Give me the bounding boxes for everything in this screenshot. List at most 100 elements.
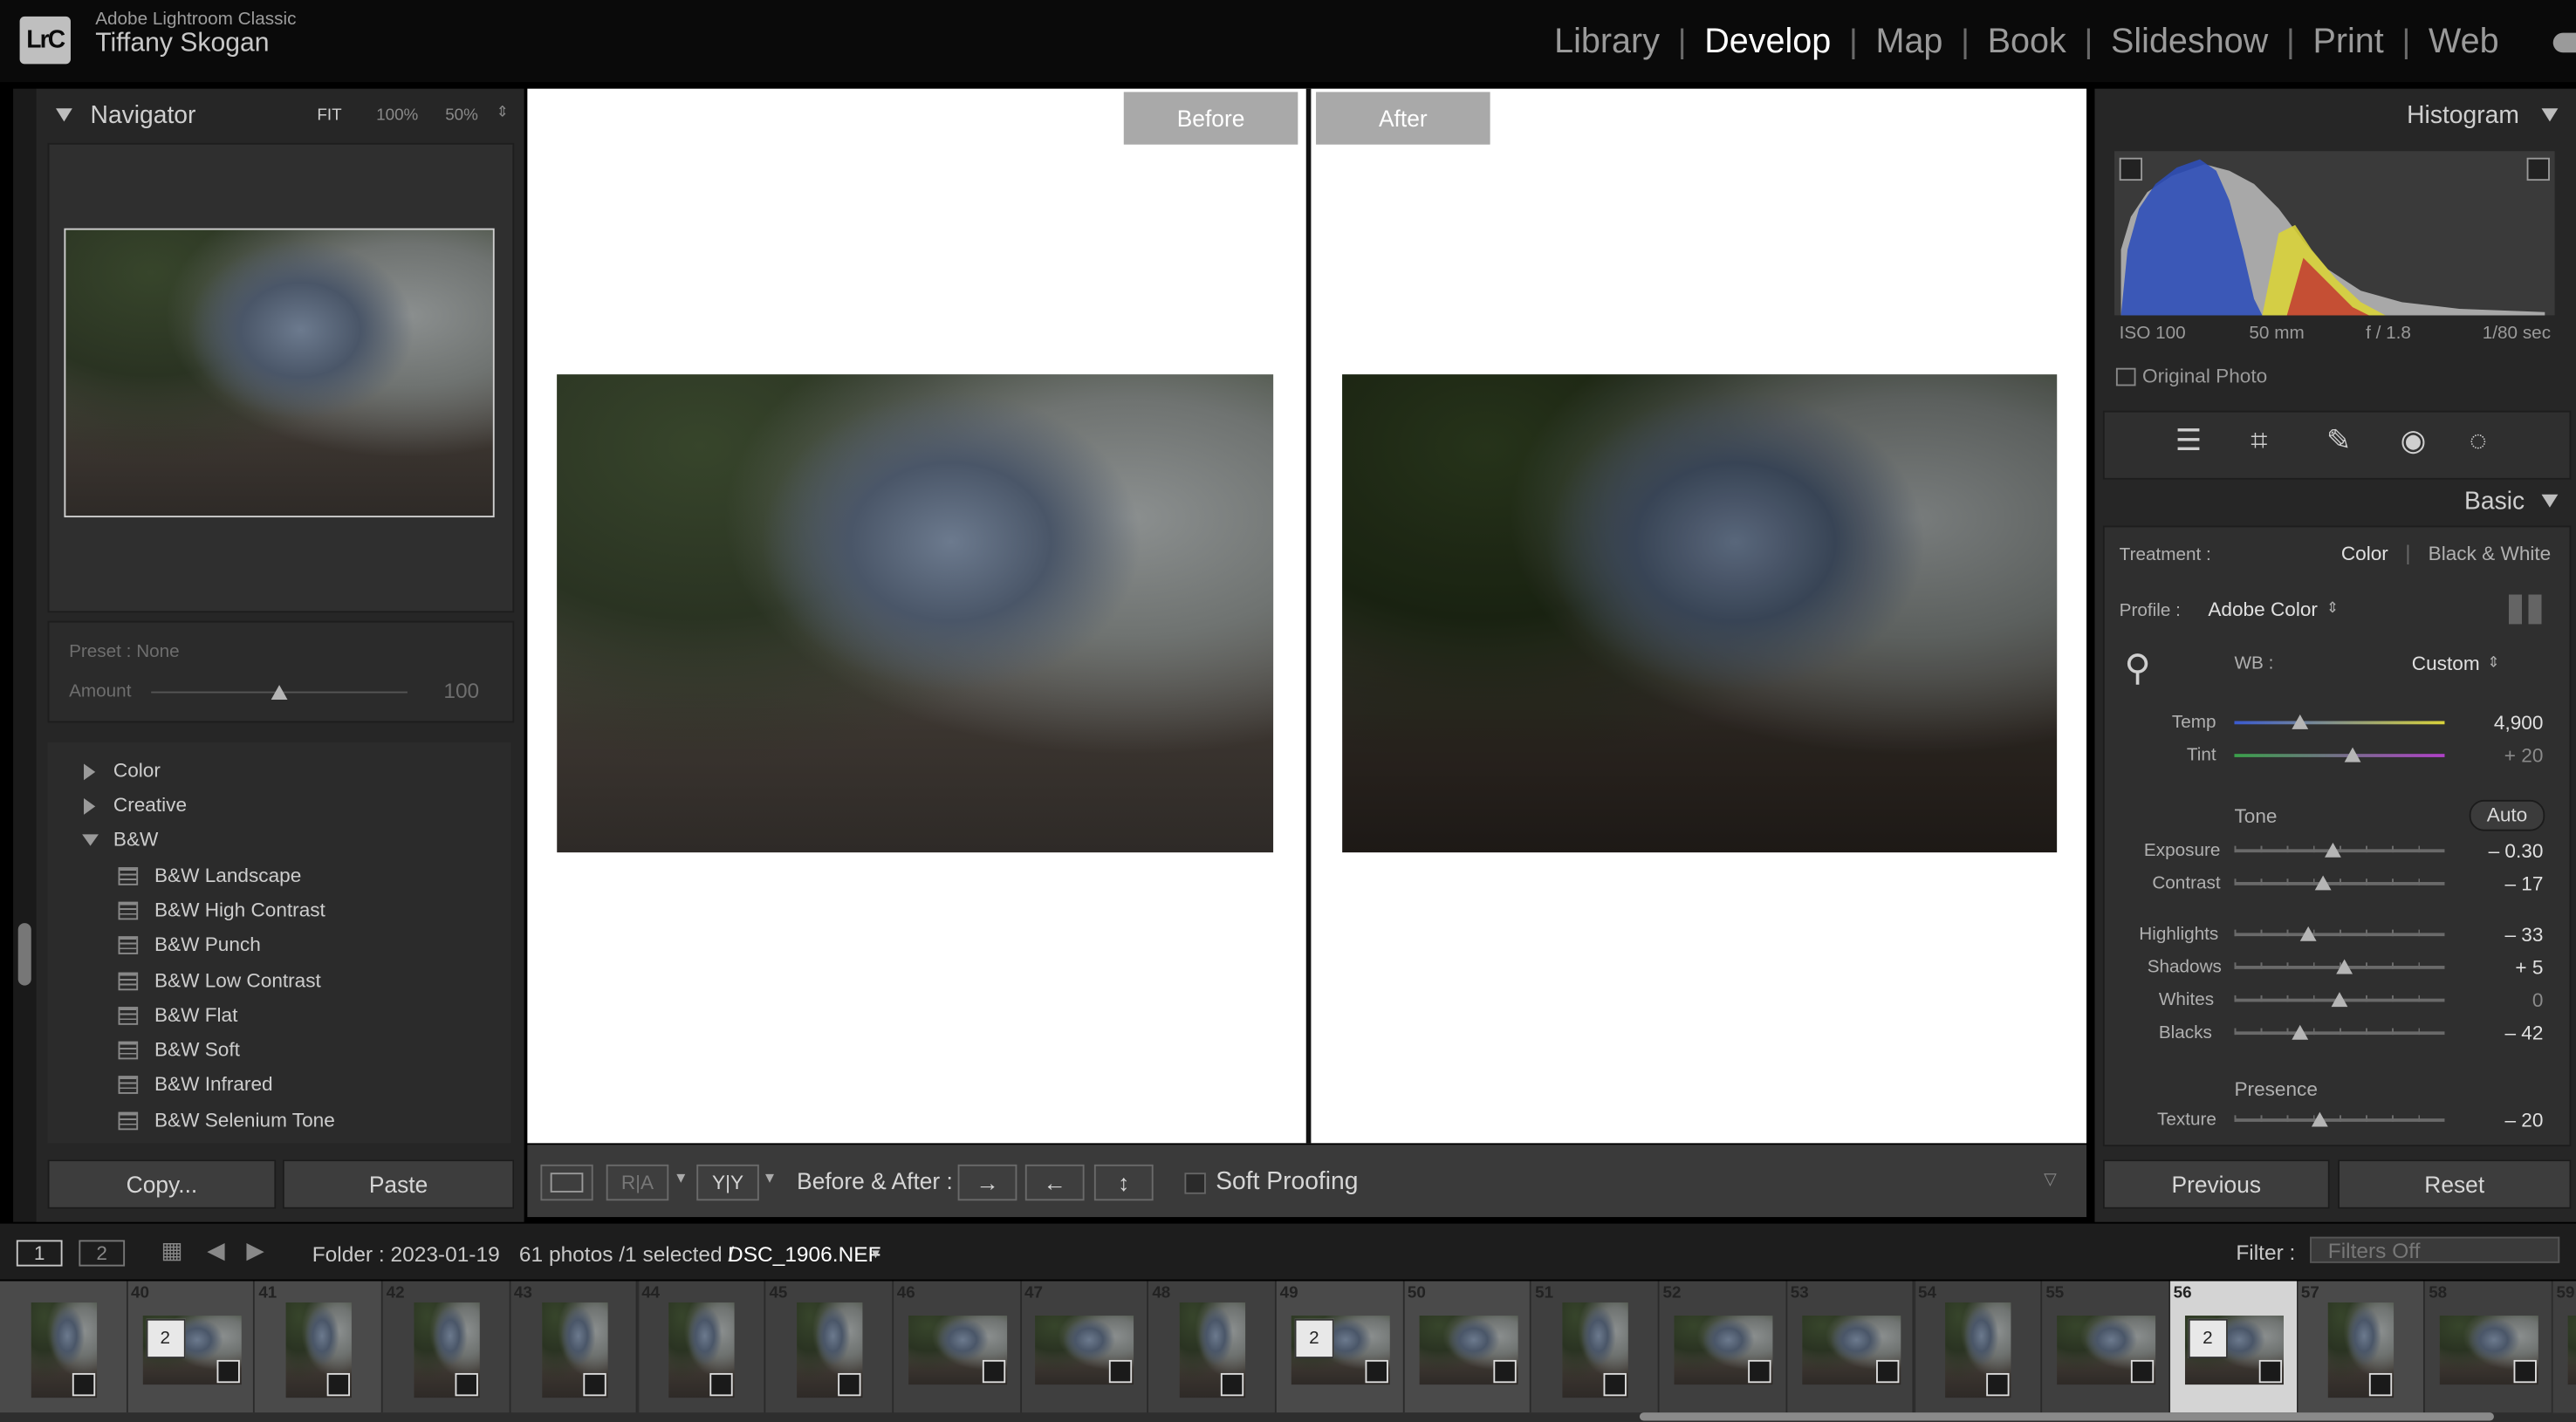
expand-icon[interactable] [84, 763, 96, 781]
temp-slider-thumb[interactable] [2291, 714, 2308, 729]
filmstrip-cell[interactable]: 56 2 [2169, 1281, 2299, 1413]
swap-before-after-button[interactable]: ↕ [1093, 1164, 1154, 1201]
filmstrip-thumbnail[interactable] [2567, 1316, 2576, 1385]
stack-count-badge[interactable]: 2 [2188, 1318, 2228, 1358]
treatment-bw-option[interactable]: Black & White [2429, 542, 2552, 564]
stack-count-badge[interactable]: 2 [1294, 1318, 1334, 1358]
filmstrip-cell[interactable]: 46 [893, 1281, 1022, 1413]
filmstrip-cell[interactable]: 55 [2042, 1281, 2170, 1413]
grid-view-icon[interactable]: ▦ [161, 1237, 183, 1265]
tint-value[interactable]: + 20 [2464, 744, 2544, 767]
profile-dropdown[interactable]: Adobe Color [2208, 598, 2318, 620]
back-arrow-icon[interactable]: ◀ [207, 1237, 224, 1265]
original-photo-checkbox[interactable] [2115, 367, 2136, 386]
preset-group-creative[interactable]: Creative [113, 793, 187, 816]
filmstrip-cell[interactable]: 54 [1915, 1281, 2043, 1413]
whites-value[interactable]: 0 [2464, 988, 2544, 1011]
navigator-title[interactable]: Navigator [91, 102, 196, 130]
histogram-collapse-icon[interactable] [2541, 108, 2559, 122]
module-develop[interactable]: Develop [1687, 23, 1850, 62]
tint-slider-track[interactable] [2234, 754, 2445, 757]
preset-item[interactable]: B&W Soft [154, 1038, 240, 1061]
filename-dropdown-icon[interactable]: ▼ [869, 1247, 882, 1261]
stack-count-badge[interactable]: 2 [145, 1318, 185, 1358]
histogram-title[interactable]: Histogram [2407, 102, 2519, 130]
filmstrip-cell[interactable]: 44 [638, 1281, 766, 1413]
secondary-window-button[interactable]: 2 [79, 1240, 126, 1267]
navigator-zoom-50[interactable]: 50% [445, 106, 478, 125]
filter-dropdown[interactable]: Filters Off [2310, 1236, 2560, 1263]
module-print[interactable]: Print [2295, 23, 2402, 62]
treatment-color-option[interactable]: Color [2341, 542, 2388, 564]
navigator-thumbnail[interactable] [64, 228, 495, 518]
contrast-slider-thumb[interactable] [2314, 875, 2332, 891]
preset-item[interactable]: B&W High Contrast [154, 899, 325, 921]
shadow-clipping-icon[interactable] [2119, 157, 2143, 181]
temp-slider-track[interactable] [2234, 721, 2445, 725]
left-panel-scrollbar[interactable] [17, 923, 31, 986]
copy-after-to-before-button[interactable]: ← [1024, 1164, 1085, 1201]
masking-icon[interactable]: ◌ [2470, 424, 2487, 459]
dropdown-arrow-icon[interactable]: ▼ [674, 1169, 689, 1186]
highlights-slider-thumb[interactable] [2299, 926, 2317, 941]
tint-slider-thumb[interactable] [2343, 747, 2360, 762]
module-library[interactable]: Library [1536, 23, 1677, 62]
before-after-left-right-button[interactable]: R|A [606, 1164, 669, 1201]
left-panel-edge[interactable] [13, 88, 37, 1222]
filmstrip-cell[interactable]: 59 [2552, 1281, 2576, 1413]
cloud-sync-icon[interactable] [2552, 32, 2576, 53]
preset-item[interactable]: B&W Low Contrast [154, 969, 321, 992]
copy-before-to-after-button[interactable]: → [957, 1164, 1017, 1201]
filmstrip-cell[interactable]: 51 [1531, 1281, 1660, 1413]
auto-tone-button[interactable]: Auto [2469, 799, 2545, 831]
previous-button[interactable]: Previous [2102, 1159, 2330, 1209]
blacks-value[interactable]: – 42 [2464, 1022, 2543, 1044]
filmstrip-cell[interactable]: 50 [1404, 1281, 1532, 1413]
dropdown-arrow-icon[interactable]: ▼ [763, 1169, 778, 1186]
collapse-icon[interactable] [82, 834, 99, 846]
healing-icon[interactable]: ✎ [2326, 424, 2351, 459]
filmstrip-cell[interactable] [0, 1281, 128, 1413]
preset-item[interactable]: B&W Selenium Tone [154, 1109, 335, 1131]
red-eye-icon[interactable]: ◉ [2401, 424, 2427, 459]
forward-arrow-icon[interactable]: ▶ [246, 1237, 264, 1265]
soft-proofing-checkbox[interactable] [1184, 1172, 1206, 1194]
highlights-value[interactable]: – 33 [2464, 923, 2543, 946]
filmstrip-cell[interactable]: 40 2 [127, 1281, 256, 1413]
basic-collapse-icon[interactable] [2541, 494, 2559, 508]
histogram[interactable] [2114, 151, 2555, 316]
before-photo[interactable] [557, 374, 1274, 853]
texture-slider-thumb[interactable] [2312, 1111, 2329, 1127]
toolbar-menu-arrow-icon[interactable]: ▽ [2044, 1171, 2057, 1189]
crop-icon[interactable]: ⌗ [2251, 424, 2267, 459]
wb-dropdown[interactable]: Custom [2412, 652, 2480, 674]
edit-sliders-icon[interactable]: ☰ [2175, 424, 2202, 459]
reset-button[interactable]: Reset [2338, 1159, 2572, 1209]
contrast-value[interactable]: – 17 [2464, 872, 2543, 895]
shadows-slider-thumb[interactable] [2335, 959, 2353, 974]
after-photo[interactable] [1342, 374, 2058, 853]
folder-source[interactable]: Folder : 2023-01-19 [312, 1241, 500, 1266]
filmstrip-cell[interactable]: 47 [1021, 1281, 1149, 1413]
amount-slider-thumb[interactable] [271, 685, 288, 701]
filmstrip-cell[interactable]: 41 [255, 1281, 383, 1413]
whites-slider-thumb[interactable] [2331, 992, 2348, 1008]
module-web[interactable]: Web [2410, 23, 2517, 62]
filmstrip-cell[interactable]: 52 [1659, 1281, 1787, 1413]
exposure-value[interactable]: – 0.30 [2464, 839, 2544, 862]
preset-item[interactable]: B&W Flat [154, 1003, 237, 1026]
highlight-clipping-icon[interactable] [2526, 157, 2550, 181]
navigator-zoom-stepper-icon[interactable]: ⇕ [497, 104, 509, 122]
profile-browser-icon[interactable] [2508, 594, 2542, 625]
wb-eyedropper-icon[interactable]: ⚲ [2124, 647, 2150, 690]
wb-stepper-icon[interactable]: ⇕ [2487, 653, 2499, 672]
module-slideshow[interactable]: Slideshow [2093, 23, 2286, 62]
filmstrip-cell[interactable]: 58 [2425, 1281, 2553, 1413]
filmstrip-cell[interactable]: 49 2 [1276, 1281, 1405, 1413]
paste-button[interactable]: Paste [282, 1159, 515, 1209]
filmstrip-cell[interactable]: 53 [1786, 1281, 1915, 1413]
navigator-fit-option[interactable]: FIT [317, 106, 341, 125]
profile-stepper-icon[interactable]: ⇕ [2326, 599, 2339, 618]
preset-item[interactable]: B&W Infrared [154, 1072, 273, 1095]
basic-panel-title[interactable]: Basic [2464, 488, 2525, 516]
